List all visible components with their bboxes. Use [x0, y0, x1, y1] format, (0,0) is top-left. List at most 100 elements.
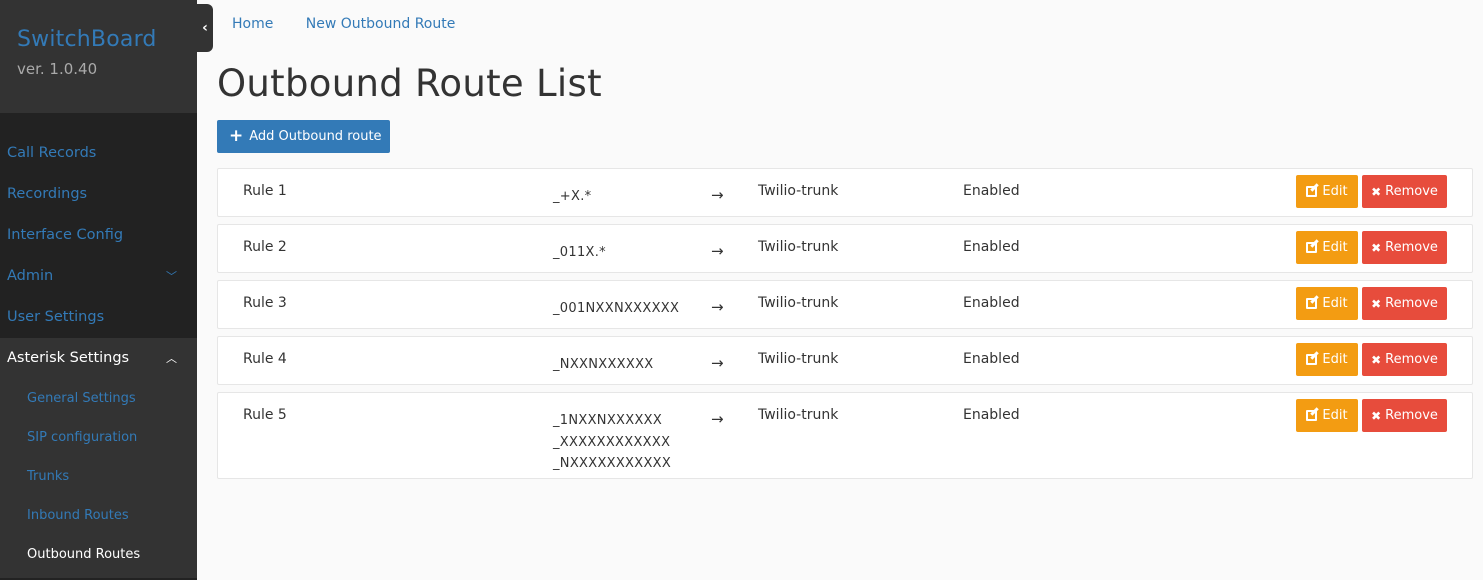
breadcrumb: Home New Outbound Route	[232, 16, 483, 32]
route-name: Rule 4	[243, 351, 287, 367]
edit-button[interactable]: Edit	[1296, 399, 1358, 432]
sidebar-item-inbound-routes[interactable]: Inbound Routes	[0, 496, 197, 535]
sidebar-item-user-settings[interactable]: User Settings	[0, 297, 197, 338]
route-patterns: _NXXNXXXXXX	[553, 354, 654, 376]
route-status: Enabled	[963, 295, 1020, 311]
route-row: Rule 1 _+X.* → Twilio-trunk Enabled Edit…	[217, 168, 1473, 217]
main-content: Home New Outbound Route Outbound Route L…	[217, 0, 1483, 580]
sidebar-item-label: Admin	[7, 268, 54, 284]
edit-label: Edit	[1322, 408, 1348, 423]
route-patterns: _1NXXNXXXXXX _XXXXXXXXXXXX _NXXXXXXXXXXX	[553, 410, 671, 475]
edit-icon	[1306, 410, 1318, 421]
close-icon: ✖	[1371, 408, 1382, 423]
route-status: Enabled	[963, 407, 1020, 423]
edit-label: Edit	[1322, 296, 1348, 311]
sidebar-item-call-records[interactable]: Call Records	[0, 133, 197, 174]
add-outbound-route-button[interactable]: + Add Outbound route	[217, 120, 390, 153]
remove-label: Remove	[1385, 296, 1438, 311]
app-title[interactable]: SwitchBoard	[17, 26, 197, 54]
edit-icon	[1306, 242, 1318, 253]
route-actions: Edit ✖ Remove	[1296, 399, 1447, 432]
close-icon: ✖	[1371, 352, 1382, 367]
remove-button[interactable]: ✖ Remove	[1362, 231, 1447, 264]
route-patterns: _001NXXNXXXXXX	[553, 298, 679, 320]
edit-icon	[1306, 186, 1318, 197]
route-pattern: _001NXXNXXXXXX	[553, 301, 680, 316]
route-pattern: _NXXNXXXXXX	[553, 357, 654, 372]
remove-label: Remove	[1385, 184, 1438, 199]
remove-button[interactable]: ✖ Remove	[1362, 399, 1447, 432]
arrow-right-icon: →	[711, 298, 724, 316]
close-icon: ✖	[1371, 184, 1382, 199]
edit-label: Edit	[1322, 184, 1348, 199]
close-icon: ✖	[1371, 296, 1382, 311]
route-row: Rule 5 _1NXXNXXXXXX _XXXXXXXXXXXX _NXXXX…	[217, 392, 1473, 479]
route-name: Rule 2	[243, 239, 287, 255]
sidebar-item-label: Call Records	[7, 145, 97, 161]
edit-icon	[1306, 298, 1318, 309]
chevron-left-icon: ‹	[202, 20, 208, 36]
route-trunk: Twilio-trunk	[758, 239, 839, 255]
sidebar-item-trunks[interactable]: Trunks	[0, 457, 197, 496]
remove-label: Remove	[1385, 240, 1438, 255]
edit-button[interactable]: Edit	[1296, 343, 1358, 376]
chevron-down-icon: ﹀	[166, 270, 177, 283]
route-status: Enabled	[963, 351, 1020, 367]
sidebar-item-outbound-routes[interactable]: Outbound Routes	[0, 535, 197, 574]
route-name: Rule 1	[243, 183, 287, 199]
sidebar-item-admin[interactable]: Admin ﹀	[0, 256, 197, 297]
remove-button[interactable]: ✖ Remove	[1362, 287, 1447, 320]
sidebar-item-label: Interface Config	[7, 227, 124, 243]
edit-icon	[1306, 354, 1318, 365]
sidebar-item-sip-configuration[interactable]: SIP configuration	[0, 418, 197, 457]
edit-label: Edit	[1322, 240, 1348, 255]
app-version: ver. 1.0.40	[17, 60, 98, 78]
route-pattern: _+X.*	[553, 189, 592, 204]
close-icon: ✖	[1371, 240, 1382, 255]
arrow-right-icon: →	[711, 410, 724, 428]
edit-label: Edit	[1322, 352, 1348, 367]
asterisk-settings-submenu: General Settings SIP configuration Trunk…	[0, 379, 197, 578]
sidebar-nav: Call Records Recordings Interface Config…	[0, 133, 197, 578]
route-row: Rule 3 _001NXXNXXXXXX → Twilio-trunk Ena…	[217, 280, 1473, 329]
sidebar-item-label: Recordings	[7, 186, 88, 202]
arrow-right-icon: →	[711, 242, 724, 260]
route-trunk: Twilio-trunk	[758, 407, 839, 423]
route-pattern: _1NXXNXXXXXX	[553, 413, 663, 428]
brand-header: SwitchBoard ver. 1.0.40	[0, 0, 197, 113]
route-row: Rule 4 _NXXNXXXXXX → Twilio-trunk Enable…	[217, 336, 1473, 385]
remove-label: Remove	[1385, 352, 1438, 367]
route-name: Rule 5	[243, 407, 287, 423]
route-name: Rule 3	[243, 295, 287, 311]
remove-button[interactable]: ✖ Remove	[1362, 175, 1447, 208]
edit-button[interactable]: Edit	[1296, 287, 1358, 320]
route-pattern: _011X.*	[553, 245, 606, 260]
plus-icon: +	[229, 126, 244, 146]
route-status: Enabled	[963, 183, 1020, 199]
route-pattern: _NXXXXXXXXXXX	[553, 456, 672, 471]
route-status: Enabled	[963, 239, 1020, 255]
route-trunk: Twilio-trunk	[758, 351, 839, 367]
route-actions: Edit ✖ Remove	[1296, 231, 1447, 264]
route-actions: Edit ✖ Remove	[1296, 343, 1447, 376]
route-trunk: Twilio-trunk	[758, 183, 839, 199]
edit-button[interactable]: Edit	[1296, 231, 1358, 264]
edit-button[interactable]: Edit	[1296, 175, 1358, 208]
arrow-right-icon: →	[711, 186, 724, 204]
breadcrumb-home[interactable]: Home	[232, 16, 273, 32]
remove-label: Remove	[1385, 408, 1438, 423]
sidebar-collapse-button[interactable]: ‹	[197, 4, 213, 52]
add-outbound-route-label: Add Outbound route	[249, 129, 382, 144]
route-row: Rule 2 _011X.* → Twilio-trunk Enabled Ed…	[217, 224, 1473, 273]
route-patterns: _+X.*	[553, 186, 591, 208]
sidebar-item-asterisk-settings[interactable]: Asterisk Settings ︿	[0, 338, 197, 379]
sidebar-item-recordings[interactable]: Recordings	[0, 174, 197, 215]
route-patterns: _011X.*	[553, 242, 606, 264]
remove-button[interactable]: ✖ Remove	[1362, 343, 1447, 376]
sidebar-item-general-settings[interactable]: General Settings	[0, 379, 197, 418]
chevron-up-icon: ︿	[166, 352, 177, 365]
sidebar-item-label: User Settings	[7, 309, 105, 325]
breadcrumb-new-outbound-route[interactable]: New Outbound Route	[306, 16, 456, 32]
route-pattern: _XXXXXXXXXXXX	[553, 434, 671, 450]
sidebar-item-interface-config[interactable]: Interface Config	[0, 215, 197, 256]
